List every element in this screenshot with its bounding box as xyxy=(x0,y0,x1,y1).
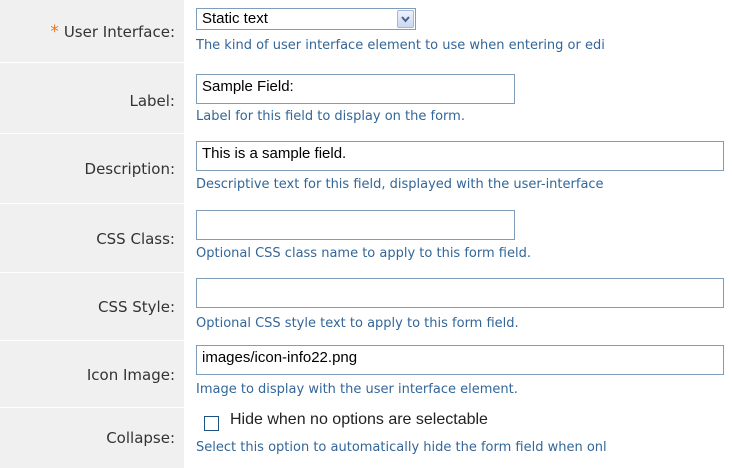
description-input[interactable]: This is a sample field. xyxy=(196,141,724,171)
field-cell: Optional CSS style text to apply to this… xyxy=(186,273,732,340)
label-field-label: Label: xyxy=(129,92,175,110)
label-cell: Description: xyxy=(0,134,185,203)
field-cell: Sample Field: Label for this field to di… xyxy=(186,63,732,133)
collapse-help: Select this option to automatically hide… xyxy=(196,440,607,455)
css-style-input[interactable] xyxy=(196,278,724,308)
icon-image-label: Icon Image: xyxy=(86,366,175,384)
chevron-down-icon xyxy=(401,16,410,23)
row-collapse: Collapse: Hide when no options are selec… xyxy=(0,408,732,468)
css-class-label: CSS Class: xyxy=(96,230,175,248)
description-label: Description: xyxy=(84,160,175,178)
user-interface-label-text: User Interface: xyxy=(63,23,175,41)
label-cell: CSS Style: xyxy=(0,273,185,340)
collapse-label: Collapse: xyxy=(106,429,175,447)
user-interface-label: * User Interface: xyxy=(50,22,175,42)
row-label: Label: Sample Field: Label for this fiel… xyxy=(0,63,732,134)
user-interface-selected-value: Static text xyxy=(202,10,268,27)
user-interface-select[interactable]: Static text xyxy=(196,8,416,30)
field-cell: Hide when no options are selectable Sele… xyxy=(186,408,732,468)
user-interface-help: The kind of user interface element to us… xyxy=(196,38,605,53)
label-input[interactable]: Sample Field: xyxy=(196,74,515,104)
css-style-help: Optional CSS style text to apply to this… xyxy=(196,316,519,331)
label-cell: Collapse: xyxy=(0,408,185,468)
label-cell: Label: xyxy=(0,63,185,133)
label-help: Label for this field to display on the f… xyxy=(196,109,465,124)
dropdown-button[interactable] xyxy=(397,10,414,28)
icon-image-input[interactable]: images/icon-info22.png xyxy=(196,345,724,375)
field-cell: This is a sample field. Descriptive text… xyxy=(186,134,732,203)
row-css-style: CSS Style: Optional CSS style text to ap… xyxy=(0,273,732,341)
description-help: Descriptive text for this field, display… xyxy=(196,177,604,192)
css-class-help: Optional CSS class name to apply to this… xyxy=(196,246,531,261)
collapse-checkbox[interactable] xyxy=(204,416,219,431)
css-class-input[interactable] xyxy=(196,210,515,240)
row-icon-image: Icon Image: images/icon-info22.png Image… xyxy=(0,341,732,408)
field-cell: Optional CSS class name to apply to this… xyxy=(186,204,732,272)
label-cell: Icon Image: xyxy=(0,341,185,407)
collapse-checkbox-label[interactable]: Hide when no options are selectable xyxy=(230,411,488,429)
label-cell: * User Interface: xyxy=(0,0,185,62)
label-cell: CSS Class: xyxy=(0,204,185,272)
field-cell: images/icon-info22.png Image to display … xyxy=(186,341,732,407)
field-settings-form: * User Interface: Static text The kind of… xyxy=(0,0,732,468)
css-style-label: CSS Style: xyxy=(97,298,175,316)
required-marker: * xyxy=(50,22,59,42)
row-user-interface: * User Interface: Static text The kind of… xyxy=(0,0,732,63)
field-cell: Static text The kind of user interface e… xyxy=(186,0,732,62)
row-description: Description: This is a sample field. Des… xyxy=(0,134,732,204)
row-css-class: CSS Class: Optional CSS class name to ap… xyxy=(0,204,732,273)
icon-image-help: Image to display with the user interface… xyxy=(196,382,518,397)
